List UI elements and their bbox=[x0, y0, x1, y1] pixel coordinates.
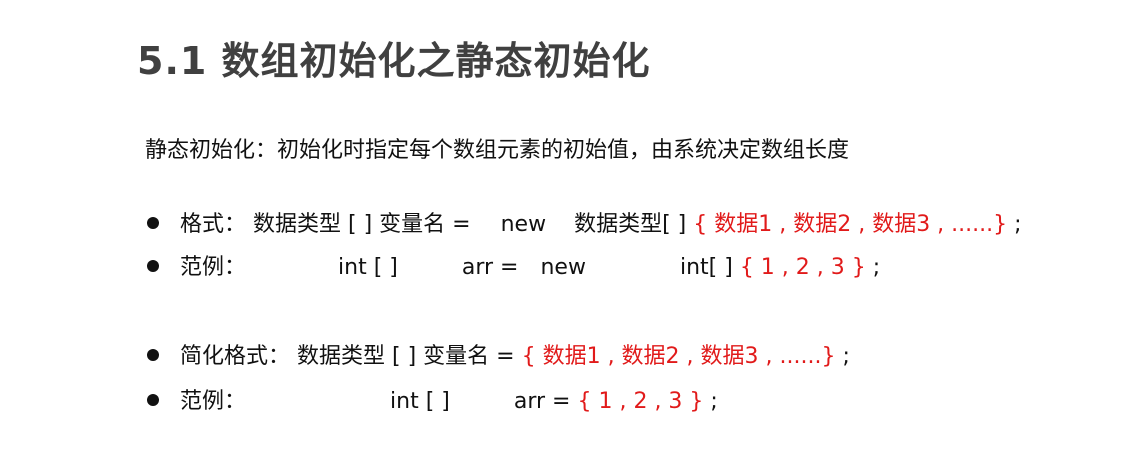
short-format-code-1: 数据类型 [ ] 变量名 = bbox=[297, 344, 515, 369]
short-example-end: ; bbox=[710, 389, 718, 414]
example-end: ; bbox=[872, 255, 881, 280]
format-end: ; bbox=[1014, 212, 1022, 237]
short-example-label: 范例： bbox=[180, 389, 247, 414]
format-code-1: 数据类型 [ ] 变量名 = bbox=[253, 212, 471, 237]
example-label: 范例： bbox=[180, 255, 247, 280]
bullet-icon bbox=[147, 260, 159, 272]
example-code-2: arr = bbox=[461, 255, 519, 280]
bullet-icon bbox=[147, 349, 159, 361]
example-code-1: int [ ] bbox=[338, 255, 398, 280]
short-format-end: ; bbox=[842, 344, 850, 369]
example-line-2: 范例： int [ ] arr = { 1 , 2 , 3 } ; bbox=[147, 384, 718, 420]
short-format-label: 简化格式： bbox=[180, 344, 291, 369]
short-example-value: { 1 , 2 , 3 } bbox=[577, 389, 704, 414]
format-code-3: 数据类型[ ] bbox=[574, 212, 687, 237]
intro-text: 静态初始化：初始化时指定每个数组元素的初始值，由系统决定数组长度 bbox=[145, 138, 850, 163]
short-example-code-2: arr = bbox=[513, 389, 571, 414]
short-format-value: { 数据1 , 数据2 , 数据3 , ......} bbox=[521, 344, 836, 369]
example-code-4: int[ ] bbox=[679, 255, 733, 280]
slide: 5.1 数组初始化之静态初始化 静态初始化：初始化时指定每个数组元素的初始值，由… bbox=[0, 0, 1143, 457]
format-line: 格式： 数据类型 [ ] 变量名 = new 数据类型[ ] { 数据1 , 数… bbox=[147, 207, 1022, 243]
example-line-1: 范例： int [ ] arr = new int[ ] { 1 , 2 , 3… bbox=[147, 250, 880, 286]
page-title: 5.1 数组初始化之静态初始化 bbox=[137, 39, 651, 83]
format-label: 格式： bbox=[180, 212, 247, 237]
short-example-code-1: int [ ] bbox=[390, 389, 450, 414]
bullet-icon bbox=[147, 394, 159, 406]
format-code-2: new bbox=[500, 212, 547, 237]
example-code-3: new bbox=[540, 255, 586, 280]
example-value: { 1 , 2 , 3 } bbox=[739, 255, 866, 280]
format-value: { 数据1 , 数据2 , 数据3 , ......} bbox=[693, 212, 1008, 237]
short-format-line: 简化格式： 数据类型 [ ] 变量名 = { 数据1 , 数据2 , 数据3 ,… bbox=[147, 339, 850, 375]
bullet-icon bbox=[147, 217, 159, 229]
